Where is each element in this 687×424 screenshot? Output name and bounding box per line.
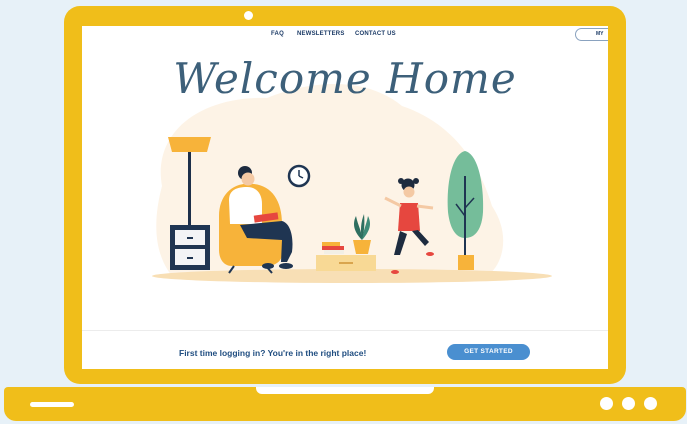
- screen: FAQ NEWSLETTERS CONTACT US MY Welcome Ho…: [82, 26, 608, 369]
- hinge-notch: [256, 387, 434, 394]
- get-started-button[interactable]: GET STARTED: [447, 344, 530, 360]
- welcome-heading: Welcome Home: [173, 54, 517, 103]
- dot-icon: [622, 397, 635, 410]
- cta-message: First time logging in? You're in the rig…: [179, 348, 367, 358]
- dot-icon: [644, 397, 657, 410]
- divider: [82, 330, 608, 331]
- webcam-icon: [244, 11, 253, 20]
- dot-icon: [600, 397, 613, 410]
- base-line-icon: [30, 402, 74, 407]
